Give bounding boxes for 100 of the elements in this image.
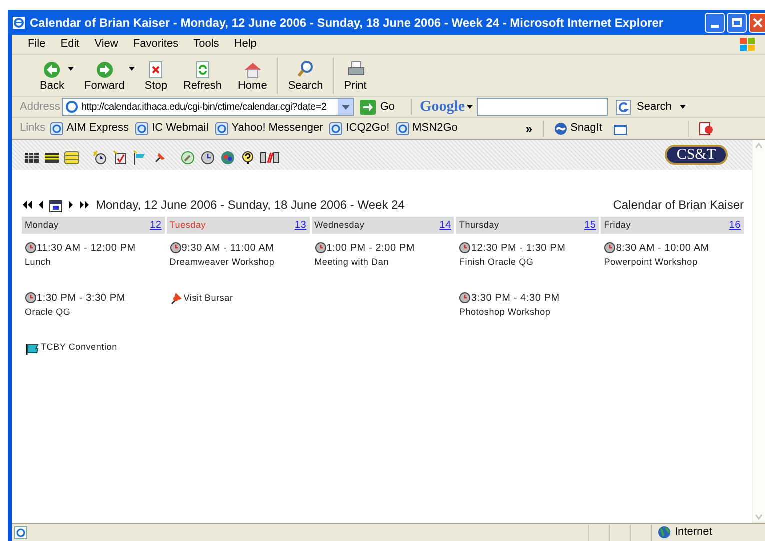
event-title[interactable]: Finish Oracle QG	[459, 256, 600, 270]
new-appointment-icon[interactable]	[92, 150, 108, 166]
globe-icon	[658, 526, 671, 539]
print-button[interactable]: Print	[336, 60, 375, 92]
page-icon[interactable]	[50, 122, 64, 136]
close-icon[interactable]	[752, 18, 762, 28]
people-icon[interactable]	[220, 150, 236, 166]
month-grid-icon[interactable]	[44, 150, 60, 166]
date-link[interactable]: 14	[440, 218, 452, 233]
clock-icon	[459, 292, 472, 304]
clock-icon	[25, 292, 37, 304]
event-title[interactable]: Lunch	[25, 256, 165, 270]
home-button[interactable]: Home	[230, 60, 276, 92]
menu-item[interactable]: File	[28, 36, 46, 53]
event-title[interactable]: Powerpoint Workshop	[604, 256, 744, 270]
menu-item[interactable]: Edit	[60, 36, 80, 53]
window-icon[interactable]	[614, 122, 628, 134]
new-task-icon[interactable]	[112, 150, 128, 166]
menu-item[interactable]: Tools	[194, 36, 220, 53]
forward-button[interactable]: Forward	[76, 60, 133, 92]
g-letter-icon[interactable]	[616, 100, 632, 114]
last-page-icon[interactable]	[80, 201, 90, 209]
page-icon[interactable]	[329, 122, 344, 136]
event-time[interactable]: 12:30 PM - 1:30 PM	[471, 243, 566, 254]
arrow-icon[interactable]	[360, 100, 376, 114]
calendar-owner-title: Calendar of Brian Kaiser	[613, 197, 744, 214]
maximize-button[interactable]	[727, 12, 747, 32]
event-time[interactable]: 8:30 AM - 10:00 AM	[616, 243, 710, 254]
dropdown-icon[interactable]	[342, 104, 350, 110]
week-grid-icon[interactable]	[24, 150, 40, 166]
document-icon[interactable]	[699, 122, 716, 136]
clock-icon[interactable]	[200, 150, 216, 166]
caret-icon[interactable]	[680, 105, 686, 109]
search-icon[interactable]	[296, 60, 316, 80]
day-name: Tuesday	[170, 218, 206, 232]
page-icon[interactable]	[396, 122, 410, 136]
day-name: Monday	[25, 218, 59, 232]
clock-icon	[314, 242, 327, 254]
search-button[interactable]: Search	[280, 60, 332, 92]
csandt-logo: CS&T	[664, 145, 728, 165]
new-event-flag-icon[interactable]	[132, 150, 148, 166]
week-range-title: Monday, 12 June 2006 - Sunday, 18 June 2006 - Week 24	[96, 197, 405, 214]
more-links-button[interactable]: »	[526, 120, 533, 138]
date-link[interactable]: 16	[729, 218, 741, 233]
window-title: Calendar of Brian Kaiser - Monday, 12 June 2006 - Sunday, 18 June 2006 - Week 24 - Microsoft Internet Explorer	[30, 14, 664, 32]
page-icon	[14, 526, 28, 540]
event-time[interactable]: 11:30 AM - 12:00 PM	[37, 243, 136, 254]
flag-icon	[25, 342, 40, 354]
next-icon[interactable]	[69, 201, 74, 209]
refresh-button[interactable]: Refresh	[175, 60, 230, 92]
snagit-button[interactable]: SnagIt	[554, 120, 602, 137]
event-title[interactable]: Visit Bursar	[184, 292, 234, 305]
link[interactable]: IC Webmail	[135, 120, 209, 137]
logout-icon[interactable]	[260, 150, 280, 166]
swirl-icon[interactable]	[554, 122, 568, 136]
dropdown-arrow-icon[interactable]	[128, 67, 135, 71]
event-title[interactable]: Meeting with Dan	[314, 256, 454, 270]
windows-logo-icon	[739, 36, 757, 52]
menu-item[interactable]: View	[94, 36, 118, 53]
caret-icon[interactable]	[467, 105, 474, 109]
event-title[interactable]: Photoshop Workshop	[459, 306, 600, 319]
event-title[interactable]: Dreamweaver Workshop	[170, 256, 310, 270]
address-field[interactable]: http://calendar.ithaca.edu/cgi-bin/ctime/calendar.cgi?date=2	[62, 98, 354, 116]
date-link[interactable]: 12	[150, 218, 162, 233]
google-logo[interactable]: Google	[420, 96, 466, 118]
dropdown-arrow-icon[interactable]	[68, 67, 74, 71]
event-time[interactable]: 3:30 PM - 4:30 PM	[471, 292, 560, 304]
browser-icon	[12, 16, 26, 30]
close-button[interactable]	[749, 12, 765, 32]
minimize-button[interactable]	[705, 12, 725, 32]
link[interactable]: ICQ2Go!	[329, 120, 390, 137]
clock-icon	[25, 242, 37, 254]
event-time[interactable]: 9:30 AM - 11:00 AM	[182, 243, 274, 254]
event-title[interactable]: TCBY Convention	[41, 341, 118, 354]
search-users-icon[interactable]	[180, 150, 196, 166]
first-page-icon[interactable]	[22, 201, 32, 209]
back-button[interactable]: Back	[32, 60, 72, 92]
menu-item[interactable]: Favorites	[133, 36, 179, 53]
calendar-icon[interactable]	[49, 198, 63, 212]
help-icon[interactable]	[240, 150, 256, 166]
date-link[interactable]: 15	[584, 218, 596, 233]
link[interactable]: Yahoo! Messenger	[214, 120, 324, 137]
list-icon[interactable]	[64, 150, 80, 166]
google-search-button[interactable]: Search	[616, 98, 672, 116]
google-search-field[interactable]	[477, 98, 608, 116]
address-label: Address	[20, 100, 60, 115]
page-icon[interactable]	[135, 122, 150, 136]
event-time[interactable]: 1:00 PM - 2:00 PM	[326, 243, 416, 254]
clock-icon	[459, 242, 472, 254]
menu-item[interactable]: Help	[234, 36, 257, 53]
link[interactable]: AIM Express	[50, 120, 130, 137]
stop-button[interactable]: Stop	[136, 60, 176, 92]
date-link[interactable]: 13	[294, 218, 307, 233]
previous-icon[interactable]	[38, 201, 43, 209]
event-title[interactable]: Oracle QG	[25, 306, 165, 319]
clock-icon	[170, 242, 182, 254]
go-button[interactable]: Go	[360, 98, 404, 116]
page-icon[interactable]	[214, 122, 229, 136]
link[interactable]: MSN2Go	[396, 120, 458, 137]
event-time[interactable]: 1:30 PM - 3:30 PM	[37, 292, 126, 304]
